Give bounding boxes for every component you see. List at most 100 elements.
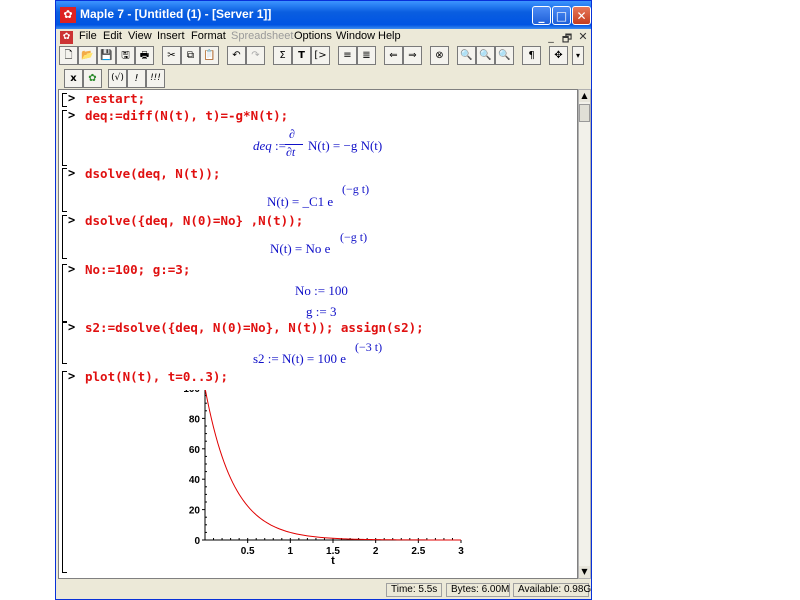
text-icon[interactable]: T (292, 46, 311, 65)
menu-file[interactable]: File (79, 30, 97, 42)
input-line[interactable]: plot(N(t), t=0..3); (85, 369, 228, 384)
save-all-icon[interactable]: 🖫 (116, 46, 135, 65)
prompt-glyph: > (68, 166, 76, 180)
x-axis-label: t (331, 555, 335, 567)
input-line[interactable]: No:=100; g:=3; (85, 262, 190, 277)
maple-leaf-icon: ✿ (60, 7, 76, 23)
mdi-minimize-button[interactable]: _ (545, 30, 557, 43)
forward-icon[interactable]: ⇒ (403, 46, 422, 65)
menu-window[interactable]: Window (336, 30, 375, 42)
output-sol1-exponent: (−g t) (342, 182, 370, 196)
x-tick-label: 1 (288, 546, 294, 557)
menu-spreadsheet[interactable]: Spreadsheet (231, 30, 293, 42)
zoom-small-icon[interactable]: 🔍 (457, 46, 476, 65)
status-bytes: Bytes: 6.00M (446, 583, 510, 597)
menu-insert[interactable]: Insert (157, 30, 185, 42)
new-document-icon[interactable]: 🗋 (59, 46, 78, 65)
y-tick-label: 100 (183, 390, 200, 395)
group-bracket[interactable] (62, 322, 67, 364)
x-tick-label: 2 (373, 546, 379, 557)
output-partial-den: ∂t (286, 145, 296, 159)
open-folder-icon[interactable]: 📂 (78, 46, 97, 65)
maple-window: ✿ Maple 7 - [Untitled (1) - [Server 1]] … (55, 0, 592, 600)
stop-icon[interactable]: ⊗ (430, 46, 449, 65)
scroll-up-arrow-icon[interactable]: ▲ (579, 90, 590, 102)
input-line[interactable]: restart; (85, 91, 145, 106)
paste-icon[interactable]: 📋 (200, 46, 219, 65)
menu-format[interactable]: Format (191, 30, 226, 42)
output-deq-lhs: deq := (253, 138, 286, 153)
output-sol2-exponent: (−g t) (340, 230, 368, 244)
input-prompt-icon[interactable]: [> (311, 46, 330, 65)
prompt-glyph: > (68, 91, 76, 105)
series-line (204, 390, 461, 541)
save-icon[interactable]: 💾 (97, 46, 116, 65)
output-no-assign: No := 100 (295, 283, 348, 298)
execute-all-icon[interactable]: ≣ (357, 46, 376, 65)
output-deq-rhs: N(t) = −g N(t) (308, 138, 383, 153)
menu-help[interactable]: Help (378, 30, 401, 42)
group-bracket[interactable] (62, 110, 67, 166)
sum-icon[interactable]: Σ (273, 46, 292, 65)
menu-view[interactable]: View (128, 30, 152, 42)
zoom-large-icon[interactable]: 🔍 (495, 46, 514, 65)
pilcrow-icon[interactable]: ¶ (522, 46, 541, 65)
close-icon[interactable]: x (64, 69, 83, 88)
back-icon[interactable]: ⇐ (384, 46, 403, 65)
copy-icon[interactable]: ⧉ (181, 46, 200, 65)
mdi-close-button[interactable]: ✕ (577, 30, 589, 43)
group-bracket[interactable] (62, 168, 67, 212)
maximize-button[interactable]: □ (552, 6, 571, 25)
x-tick-label: 2.5 (411, 546, 425, 557)
input-line[interactable]: s2:=dsolve({deq, N(0)=No}, N(t)); assign… (85, 320, 424, 335)
close-button[interactable]: ✕ (572, 6, 591, 25)
scroll-thumb[interactable] (579, 104, 590, 122)
move-icon[interactable]: ✥ (549, 46, 568, 65)
triple-exclamation-icon[interactable]: !!! (146, 69, 165, 88)
input-line[interactable]: deq:=diff(N(t), t)=-g*N(t); (85, 108, 288, 123)
y-tick-label: 60 (189, 445, 201, 456)
menu-edit[interactable]: Edit (103, 30, 122, 42)
menu-bar: ✿ File Edit View Insert Format Spreadshe… (56, 29, 591, 46)
output-s2: s2 := N(t) = 100 e (253, 351, 347, 366)
minimize-button[interactable]: _ (532, 6, 551, 25)
execute-group-icon[interactable]: ≡ (338, 46, 357, 65)
prompt-glyph: > (68, 213, 76, 227)
group-bracket[interactable] (62, 371, 67, 573)
redo-icon[interactable]: ↷ (246, 46, 265, 65)
toolbar-overflow-icon[interactable]: ▾ (572, 46, 584, 65)
exclamation-icon[interactable]: ! (127, 69, 146, 88)
output-partial-num: ∂ (289, 127, 295, 141)
sqrt-icon[interactable]: (√) (108, 69, 127, 88)
cut-icon[interactable]: ✂ (162, 46, 181, 65)
menu-options[interactable]: Options (294, 30, 332, 42)
plot-region[interactable]: 0204060801000.511.522.53t (169, 390, 469, 570)
x-tick-label: 3 (458, 546, 464, 557)
title-bar[interactable]: ✿ Maple 7 - [Untitled (1) - [Server 1]] … (56, 1, 591, 29)
input-line[interactable]: dsolve(deq, N(t)); (85, 166, 220, 181)
output-sol1: N(t) = _C1 e (267, 194, 334, 209)
scroll-down-arrow-icon[interactable]: ▼ (579, 566, 590, 578)
undo-icon[interactable]: ↶ (227, 46, 246, 65)
y-tick-label: 0 (194, 536, 200, 547)
output-s2-exponent: (−3 t) (355, 340, 383, 354)
output-g-assign: g := 3 (306, 304, 337, 319)
window-title: Maple 7 - [Untitled (1) - [Server 1]] (80, 7, 272, 21)
group-bracket[interactable] (62, 264, 67, 322)
document-icon[interactable]: ✿ (60, 31, 73, 44)
y-tick-label: 80 (189, 414, 201, 425)
worksheet[interactable]: > restart; > deq:=diff(N(t), t)=-g*N(t);… (58, 89, 578, 579)
vertical-scrollbar[interactable]: ▲ ▼ (578, 89, 591, 579)
y-tick-label: 20 (189, 506, 201, 517)
maple-leaf-icon[interactable]: ✿ (83, 69, 102, 88)
status-bar: Time: 5.5s Bytes: 6.00M Available: 0.98G (56, 581, 591, 599)
prompt-glyph: > (68, 369, 76, 383)
group-bracket[interactable] (62, 215, 67, 259)
prompt-glyph: > (68, 320, 76, 334)
output-sol2: N(t) = No e (270, 241, 331, 256)
zoom-medium-icon[interactable]: 🔍 (476, 46, 495, 65)
input-line[interactable]: dsolve({deq, N(0)=No} ,N(t)); (85, 213, 303, 228)
group-bracket[interactable] (62, 93, 67, 107)
print-icon[interactable]: 🖶 (135, 46, 154, 65)
prompt-glyph: > (68, 262, 76, 276)
